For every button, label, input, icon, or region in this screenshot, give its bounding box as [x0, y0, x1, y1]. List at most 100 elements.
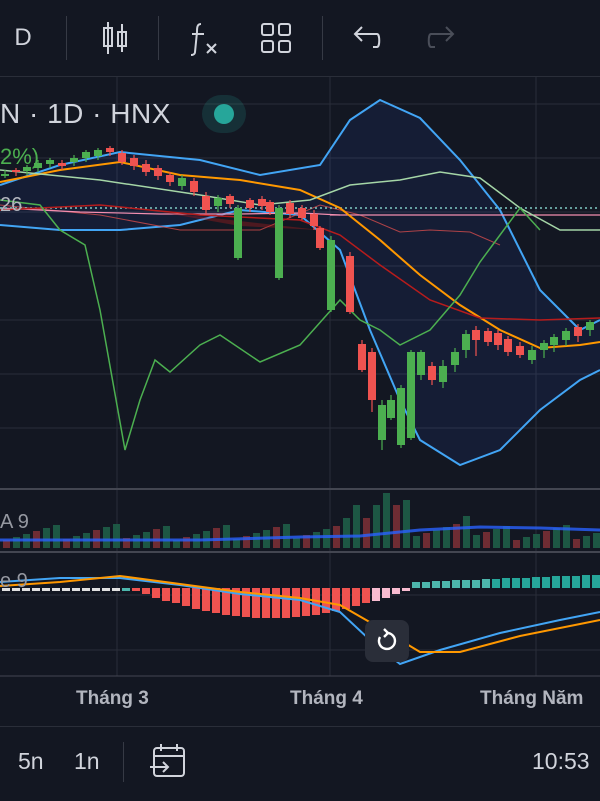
- toolbar-divider: [66, 16, 67, 60]
- volume-bar: [583, 536, 590, 548]
- macd-histogram-bar: [32, 588, 40, 591]
- layout-icon[interactable]: [258, 18, 294, 58]
- redo-icon[interactable]: [424, 18, 458, 58]
- macd-histogram-bar: [522, 578, 530, 588]
- macd-histogram-bar: [402, 588, 410, 591]
- macd-histogram-bar: [462, 580, 470, 588]
- macd-histogram-bar: [52, 588, 60, 591]
- candle-body: [202, 196, 210, 210]
- macd-histogram-bar: [172, 588, 180, 603]
- volume-bar: [413, 536, 420, 548]
- macd-histogram-bar: [392, 588, 400, 594]
- macd-histogram-bar: [332, 588, 340, 611]
- candle-body: [12, 170, 20, 172]
- reset-chart-button[interactable]: [365, 620, 409, 662]
- range-1-day-button[interactable]: 1n: [74, 748, 100, 775]
- macd-histogram-bar: [292, 588, 300, 617]
- macd-histogram-bar: [92, 588, 100, 591]
- volume-bar: [53, 525, 60, 548]
- volume-bar: [493, 529, 500, 548]
- candle-body: [327, 240, 335, 310]
- candle-body: [82, 152, 90, 158]
- top-toolbar: D: [0, 0, 600, 77]
- volume-bar: [373, 505, 380, 548]
- candle-body: [46, 160, 54, 164]
- candles-icon[interactable]: [98, 18, 132, 58]
- candle-body: [94, 150, 102, 156]
- macd-histogram-bar: [432, 581, 440, 588]
- candle-body: [451, 352, 459, 365]
- clock: 10:53: [532, 748, 590, 774]
- volume-bar: [473, 535, 480, 548]
- candle-body: [266, 202, 274, 212]
- macd-histogram-bar: [362, 588, 370, 603]
- macd-legend[interactable]: e 9: [0, 570, 28, 593]
- macd-histogram: [2, 575, 600, 618]
- volume-bar: [553, 528, 560, 548]
- bottom-divider: [123, 742, 124, 782]
- volume-bar: [573, 539, 580, 548]
- symbol-legend[interactable]: N · 1D · HNX: [0, 98, 171, 130]
- chart-canvas[interactable]: [0, 77, 600, 725]
- volume-bar: [113, 524, 120, 548]
- volume-legend[interactable]: A 9: [0, 511, 29, 534]
- candle-body: [428, 366, 436, 380]
- candle-body: [550, 337, 558, 345]
- candle-body: [246, 200, 254, 208]
- macd-histogram-bar: [272, 588, 280, 618]
- go-to-date-icon[interactable]: [148, 742, 188, 782]
- volume-bar: [73, 536, 80, 548]
- candle-body: [516, 346, 524, 355]
- volume-bar: [383, 493, 390, 548]
- candle-body: [154, 168, 162, 176]
- macd-histogram-bar: [72, 588, 80, 591]
- candle-body: [387, 400, 395, 418]
- candle-body: [130, 158, 138, 166]
- volume-bar: [423, 533, 430, 548]
- macd-histogram-bar: [502, 578, 510, 588]
- volume-bar: [43, 528, 50, 548]
- candle-body: [378, 405, 386, 440]
- macd-histogram-bar: [422, 582, 430, 588]
- reset-icon: [377, 628, 397, 651]
- volume-bar: [313, 532, 320, 548]
- price-change-text: 2%): [0, 144, 40, 169]
- indicators-icon[interactable]: [186, 18, 222, 58]
- macd-histogram-bar: [492, 579, 500, 588]
- volume-bar: [253, 533, 260, 548]
- volume-bar: [353, 505, 360, 548]
- candle-body: [118, 153, 126, 162]
- range-5-days-button[interactable]: 5n: [18, 748, 44, 775]
- macd-histogram-bar: [132, 588, 140, 591]
- macd-histogram-bar: [482, 579, 490, 588]
- candle-body: [504, 339, 512, 352]
- candle-body: [484, 331, 492, 342]
- candle-body: [407, 352, 415, 438]
- month-label-march: Tháng 3: [76, 688, 149, 709]
- month-label-april: Tháng 4: [290, 688, 363, 709]
- macd-histogram-bar: [202, 588, 210, 611]
- macd-histogram-bar: [162, 588, 170, 601]
- macd-histogram-bar: [572, 576, 580, 588]
- interval-button[interactable]: D: [8, 18, 38, 58]
- macd-histogram-bar: [562, 576, 570, 588]
- volume-bar: [593, 533, 600, 548]
- volume-bar: [513, 540, 520, 548]
- undo-icon[interactable]: [350, 18, 384, 58]
- volume-bar: [393, 505, 400, 548]
- macd-histogram-bar: [452, 580, 460, 588]
- volume-bar: [433, 530, 440, 548]
- toolbar-divider: [158, 16, 159, 60]
- candle-body: [214, 198, 222, 206]
- volume-bar: [403, 500, 410, 548]
- macd-histogram-bar: [542, 577, 550, 588]
- chart-area[interactable]: [0, 77, 600, 725]
- market-status-dot[interactable]: [214, 104, 234, 124]
- macd-histogram-bar: [282, 588, 290, 618]
- macd-histogram-bar: [472, 580, 480, 588]
- candle-body: [358, 344, 366, 370]
- volume-bar: [503, 526, 510, 548]
- month-label-may: Tháng Năm: [480, 688, 584, 709]
- candle-body: [190, 181, 198, 192]
- macd-histogram-bar: [592, 575, 600, 588]
